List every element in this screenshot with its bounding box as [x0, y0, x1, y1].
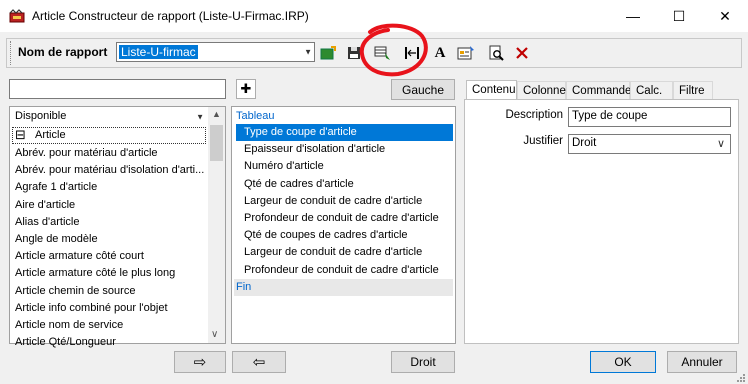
font-icon[interactable]: A — [430, 43, 450, 63]
tab-calc[interactable]: Calc. — [630, 81, 673, 100]
available-field-item[interactable]: Article nom de service — [12, 317, 123, 334]
table-header: Tableau — [236, 110, 275, 122]
arrow-right-icon: ⇨ — [193, 354, 207, 371]
toolbar-grip — [10, 41, 13, 65]
available-fields-panel: Disponible ▼ ⊟ Article Abrév. pour matér… — [9, 106, 226, 348]
report-column-item[interactable]: Type de coupe d'article — [236, 124, 453, 141]
add-field-button[interactable]: ✚ — [236, 79, 256, 99]
available-field-item[interactable]: Alias d'article — [12, 214, 79, 231]
chevron-down-icon: ∨ — [716, 138, 725, 150]
available-field-item[interactable]: Article armature côté court — [12, 248, 144, 265]
new-report-icon[interactable] — [318, 43, 338, 63]
filter-select[interactable]: Disponible ▼ — [12, 109, 206, 125]
report-column-item[interactable]: Largeur de conduit de cadre d'article — [236, 193, 453, 210]
scroll-up-icon[interactable]: ▲ — [212, 109, 221, 119]
annotation-circle — [352, 20, 432, 80]
justify-select[interactable]: Droit ∨ — [568, 134, 731, 154]
report-name-label: Nom de rapport — [18, 45, 108, 59]
close-button[interactable]: ✕ — [702, 0, 748, 32]
report-column-item[interactable]: Epaisseur d'isolation d'article — [236, 141, 453, 158]
delete-icon[interactable] — [512, 43, 532, 63]
maximize-button[interactable]: ☐ — [656, 0, 702, 32]
report-columns-panel: Tableau Type de coupe d'article Epaisseur… — [231, 106, 456, 344]
report-name-value: Liste-U-firmac — [119, 45, 198, 59]
plus-icon: ✚ — [240, 81, 252, 96]
justify-label: Justifier — [523, 135, 563, 147]
move-right-button[interactable]: ⇨ — [174, 351, 226, 373]
preview-icon[interactable] — [486, 43, 506, 63]
report-column-item[interactable]: Largeur de conduit de cadre d'article — [236, 244, 453, 261]
left-scrollbar[interactable]: ▲ ∨ — [208, 107, 225, 343]
available-field-item[interactable]: Article armature côté le plus long — [12, 265, 175, 282]
resize-grip-icon[interactable] — [736, 372, 746, 382]
report-column-item[interactable]: Profondeur de conduit de cadre d'article — [236, 262, 453, 279]
description-value: Type de coupe — [572, 110, 648, 122]
ok-button[interactable]: OK — [590, 351, 656, 373]
group-row[interactable]: ⊟ Article — [12, 127, 206, 144]
move-left-button[interactable]: ⇦ — [232, 351, 286, 373]
description-input[interactable]: Type de coupe — [568, 107, 731, 127]
available-field-item[interactable]: Article info combiné pour l'objet — [12, 300, 168, 317]
available-field-item[interactable]: Angle de modèle — [12, 231, 98, 248]
chevron-down-icon: ▼ — [304, 47, 312, 57]
available-field-item[interactable]: Agrafe 1 d'article — [12, 179, 97, 196]
minimize-button[interactable]: — — [610, 0, 656, 32]
group-label: Article — [35, 129, 66, 141]
report-column-item[interactable]: Qté de coupes de cadres d'article — [236, 227, 453, 244]
app-icon — [9, 9, 25, 23]
tab-filtre[interactable]: Filtre — [673, 81, 713, 100]
tab-commande[interactable]: Commande — [566, 81, 631, 100]
scroll-thumb[interactable] — [210, 125, 223, 161]
report-column-item[interactable]: Qté de cadres d'article — [236, 176, 453, 193]
table-footer: Fin — [234, 278, 453, 296]
available-field-item[interactable]: Abrév. pour matériau d'isolation d'arti.… — [12, 162, 204, 179]
properties-icon[interactable] — [456, 43, 476, 63]
field-search-input[interactable] — [9, 79, 226, 99]
scroll-down-icon[interactable]: ∨ — [211, 329, 218, 340]
cancel-button[interactable]: Annuler — [667, 351, 737, 373]
available-field-item[interactable]: Article Qté/Longueur — [12, 334, 116, 351]
justify-value: Droit — [572, 137, 597, 149]
available-field-item[interactable]: Article chemin de source — [12, 283, 135, 300]
report-column-item[interactable]: Profondeur de conduit de cadre d'article — [236, 210, 453, 227]
window-title: Article Constructeur de rapport (Liste-U… — [32, 9, 309, 23]
description-label: Description — [505, 109, 563, 121]
left-align-button[interactable]: Gauche — [391, 79, 455, 100]
tab-colonne[interactable]: Colonne — [517, 81, 566, 100]
arrow-left-icon: ⇦ — [252, 354, 266, 371]
properties-panel: Description Type de coupe Justifier Droi… — [464, 99, 739, 344]
filter-value: Disponible — [15, 110, 67, 122]
chevron-down-icon: ▼ — [196, 112, 204, 122]
table-footer-label: Fin — [236, 280, 252, 293]
collapse-icon[interactable]: ⊟ — [15, 127, 26, 143]
report-column-item[interactable]: Numéro d'article — [236, 158, 453, 175]
available-field-item[interactable]: Aire d'article — [12, 197, 75, 214]
tab-contenu[interactable]: Contenu — [466, 80, 517, 100]
align-right-button[interactable]: Droit — [391, 351, 455, 373]
available-field-item[interactable]: Abrév. pour matériau d'article — [12, 145, 158, 162]
report-name-select[interactable]: Liste-U-firmac ▼ — [116, 42, 315, 62]
